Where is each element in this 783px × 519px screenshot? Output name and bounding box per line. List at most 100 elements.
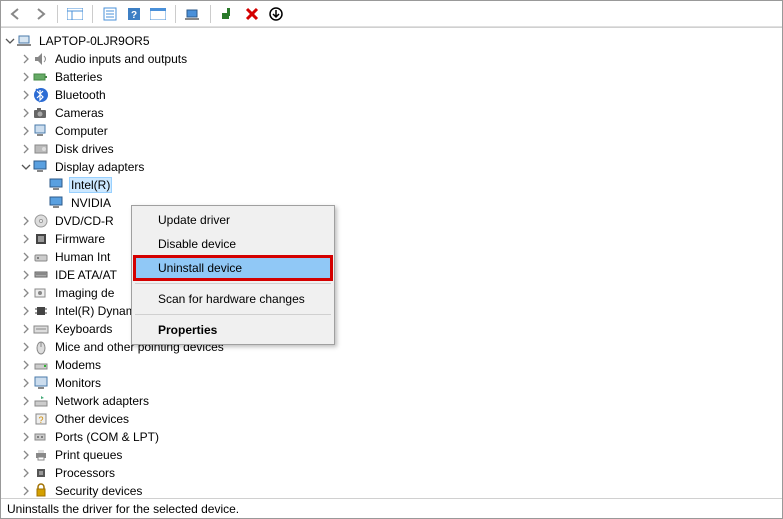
tree-category-label: Disk drives [53, 141, 116, 157]
tree-category-label: Bluetooth [53, 87, 108, 103]
tree-category[interactable]: Network adapters [3, 392, 782, 410]
expand-icon[interactable] [19, 88, 33, 102]
expand-icon[interactable] [19, 466, 33, 480]
tree-category[interactable]: Intel(R) Dynamic Platform and Thermal Fr… [3, 302, 782, 320]
tree-category[interactable]: DVD/CD-R [3, 212, 782, 230]
chip-icon [33, 303, 49, 319]
tree-category[interactable]: Monitors [3, 374, 782, 392]
tree-category[interactable]: Bluetooth [3, 86, 782, 104]
more-icon[interactable] [265, 3, 287, 25]
tree-category[interactable]: Cameras [3, 104, 782, 122]
network-icon [33, 393, 49, 409]
expand-icon[interactable] [3, 34, 17, 48]
tree-category[interactable]: Keyboards [3, 320, 782, 338]
context-menu-item[interactable]: Uninstall device [134, 256, 332, 280]
expand-icon[interactable] [19, 304, 33, 318]
tree-category-label: Keyboards [53, 321, 114, 337]
svg-text:?: ? [131, 10, 137, 21]
toolbar-view-icon[interactable] [64, 3, 86, 25]
expand-icon[interactable] [19, 142, 33, 156]
expand-icon[interactable] [19, 322, 33, 336]
expand-icon[interactable] [19, 214, 33, 228]
tree-category[interactable]: Display adapters [3, 158, 782, 176]
disk-icon [33, 141, 49, 157]
back-button[interactable] [5, 3, 27, 25]
tree-category[interactable]: Security devices [3, 482, 782, 498]
toolbar-separator [210, 5, 211, 23]
toolbar-separator [57, 5, 58, 23]
scan-hardware-icon[interactable] [182, 3, 204, 25]
expand-icon[interactable] [19, 160, 33, 174]
add-legacy-icon[interactable] [217, 3, 239, 25]
tree-category[interactable]: ? Other devices [3, 410, 782, 428]
tree-category-label: DVD/CD-R [53, 213, 116, 229]
tree-category[interactable]: Batteries [3, 68, 782, 86]
context-menu-item[interactable]: Properties [134, 318, 332, 342]
tree-category-label: Display adapters [53, 159, 146, 175]
battery-icon [33, 69, 49, 85]
expand-icon[interactable] [19, 430, 33, 444]
tree-category[interactable]: Ports (COM & LPT) [3, 428, 782, 446]
monitor-icon [33, 375, 49, 391]
tree-category[interactable]: Mice and other pointing devices [3, 338, 782, 356]
expand-icon[interactable] [19, 286, 33, 300]
help-icon[interactable]: ? [123, 3, 145, 25]
expand-icon[interactable] [19, 376, 33, 390]
context-menu-separator [135, 283, 331, 284]
tree-device[interactable]: NVIDIA [3, 194, 782, 212]
tree-category[interactable]: Imaging de [3, 284, 782, 302]
tree-root-label: LAPTOP-0LJR9OR5 [37, 33, 152, 49]
security-icon [33, 483, 49, 498]
expand-icon[interactable] [19, 340, 33, 354]
expand-icon[interactable] [19, 412, 33, 426]
svg-text:?: ? [38, 415, 43, 425]
tree-category[interactable]: Modems [3, 356, 782, 374]
toolbar-properties-icon[interactable] [99, 3, 121, 25]
expand-icon[interactable] [19, 52, 33, 66]
tree-category-label: Other devices [53, 411, 131, 427]
bluetooth-icon [33, 87, 49, 103]
keyboard-icon [33, 321, 49, 337]
forward-button[interactable] [29, 3, 51, 25]
dvd-icon [33, 213, 49, 229]
tree-device-label: NVIDIA [69, 195, 113, 211]
display-icon [33, 159, 49, 175]
expand-icon[interactable] [19, 106, 33, 120]
expand-icon[interactable] [19, 484, 33, 498]
uninstall-icon[interactable] [241, 3, 263, 25]
tree-category-label: Security devices [53, 483, 144, 498]
tree-category[interactable]: Processors [3, 464, 782, 482]
computer-icon [33, 123, 49, 139]
expand-icon[interactable] [19, 124, 33, 138]
tree-category[interactable]: Firmware [3, 230, 782, 248]
tree-category-label: Modems [53, 357, 103, 373]
tree-category-label: Ports (COM & LPT) [53, 429, 161, 445]
context-menu-item[interactable]: Update driver [134, 208, 332, 232]
expand-icon[interactable] [19, 232, 33, 246]
expand-icon[interactable] [19, 394, 33, 408]
expand-icon[interactable] [19, 268, 33, 282]
tree-category[interactable]: Computer [3, 122, 782, 140]
tree-category[interactable]: Audio inputs and outputs [3, 50, 782, 68]
tree-category-label: Firmware [53, 231, 107, 247]
context-menu-item[interactable]: Scan for hardware changes [134, 287, 332, 311]
tree-device[interactable]: Intel(R) [3, 176, 782, 194]
context-menu: Update driverDisable deviceUninstall dev… [131, 205, 335, 345]
tree-root[interactable]: LAPTOP-0LJR9OR5 [3, 32, 782, 50]
tree-category-label: Imaging de [53, 285, 116, 301]
device-tree[interactable]: LAPTOP-0LJR9OR5Audio inputs and outputsB… [1, 28, 782, 498]
toolbar-separator [175, 5, 176, 23]
expand-icon[interactable] [19, 70, 33, 84]
expand-icon[interactable] [19, 448, 33, 462]
tree-category-label: IDE ATA/AT [53, 267, 119, 283]
expand-icon[interactable] [19, 358, 33, 372]
tree-category[interactable]: Disk drives [3, 140, 782, 158]
hid-icon [33, 249, 49, 265]
tree-category[interactable]: Print queues [3, 446, 782, 464]
toolbar-panel-icon[interactable] [147, 3, 169, 25]
tree-category-label: Cameras [53, 105, 106, 121]
context-menu-item[interactable]: Disable device [134, 232, 332, 256]
tree-category[interactable]: IDE ATA/AT [3, 266, 782, 284]
tree-category[interactable]: Human Int [3, 248, 782, 266]
expand-icon[interactable] [19, 250, 33, 264]
